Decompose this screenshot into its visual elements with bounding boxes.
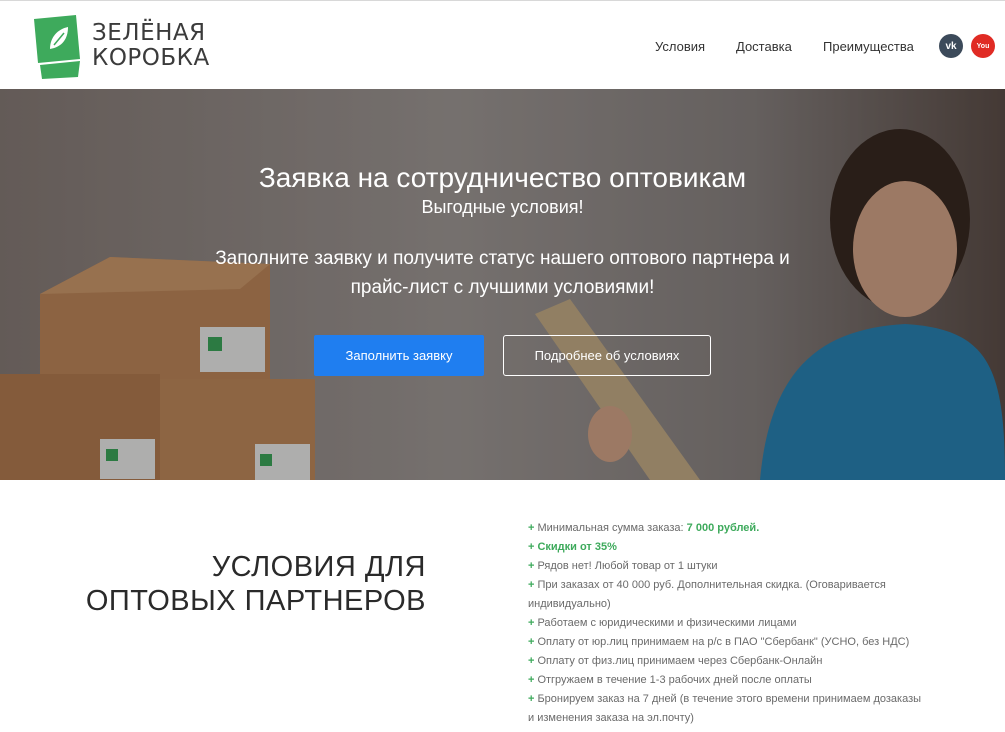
list-item: + Рядов нет! Любой товар от 1 штуки — [528, 560, 718, 572]
fill-application-button[interactable]: Заполнить заявку — [314, 335, 484, 376]
terms-title: УСЛОВИЯ ДЛЯ ОПТОВЫХ ПАРТНЕРОВ — [85, 551, 426, 617]
list-item: + Бронируем заказ на 7 дней (в течение эт… — [528, 693, 922, 724]
list-item: + Скидки от 35% — [528, 541, 617, 553]
list-item: + Оплату от юр.лиц принимаем на р/с в ПАО… — [528, 636, 910, 648]
logo-line1: ЗЕЛЁНАЯ — [92, 20, 206, 46]
nav-link-advantages[interactable]: Преимущества — [823, 39, 914, 54]
green-box-logo-icon — [34, 15, 80, 79]
hero-title: Заявка на сотрудничество оптовикам — [258, 162, 747, 193]
hero-subtitle: Выгодные условия! — [421, 197, 584, 217]
list-item: + Оплату от физ.лиц принимаем через Сберб… — [528, 655, 823, 667]
hero-description: Заполните заявку и получите статус нашег… — [215, 248, 790, 298]
nav-link-delivery[interactable]: Доставка — [736, 39, 792, 54]
terms-details-button[interactable]: Подробнее об условиях — [503, 335, 711, 376]
youtube-icon[interactable]: You — [971, 34, 995, 58]
site-logo[interactable]: ЗЕЛЁНАЯ КОРОБКА — [32, 11, 209, 81]
vk-icon-label: vk — [945, 40, 957, 52]
list-item: + Работаем с юридическими и физическими л… — [528, 617, 797, 629]
list-item: + Отгружаем в течение 1-3 рабочих дней по… — [528, 674, 812, 686]
logo-line2: КОРОБКА — [92, 45, 210, 71]
site-header: ЗЕЛЁНАЯ КОРОБКА Условия Доставка Преимущ… — [0, 0, 1005, 89]
list-item: + При заказах от 40 000 руб. Дополнительн… — [528, 579, 886, 610]
hero-section: Заявка на сотрудничество оптовикам Выгод… — [0, 89, 1005, 480]
logo-wordmark: ЗЕЛЁНАЯ КОРОБКА — [92, 21, 210, 71]
nav-link-terms[interactable]: Условия — [655, 39, 705, 54]
vk-icon[interactable]: vk — [939, 34, 963, 58]
youtube-icon-label: You — [976, 42, 990, 50]
list-item: + Минимальная сумма заказа: 7 000 рублей. — [528, 522, 760, 534]
terms-list: + Минимальная сумма заказа: 7 000 рублей.… — [528, 519, 928, 728]
